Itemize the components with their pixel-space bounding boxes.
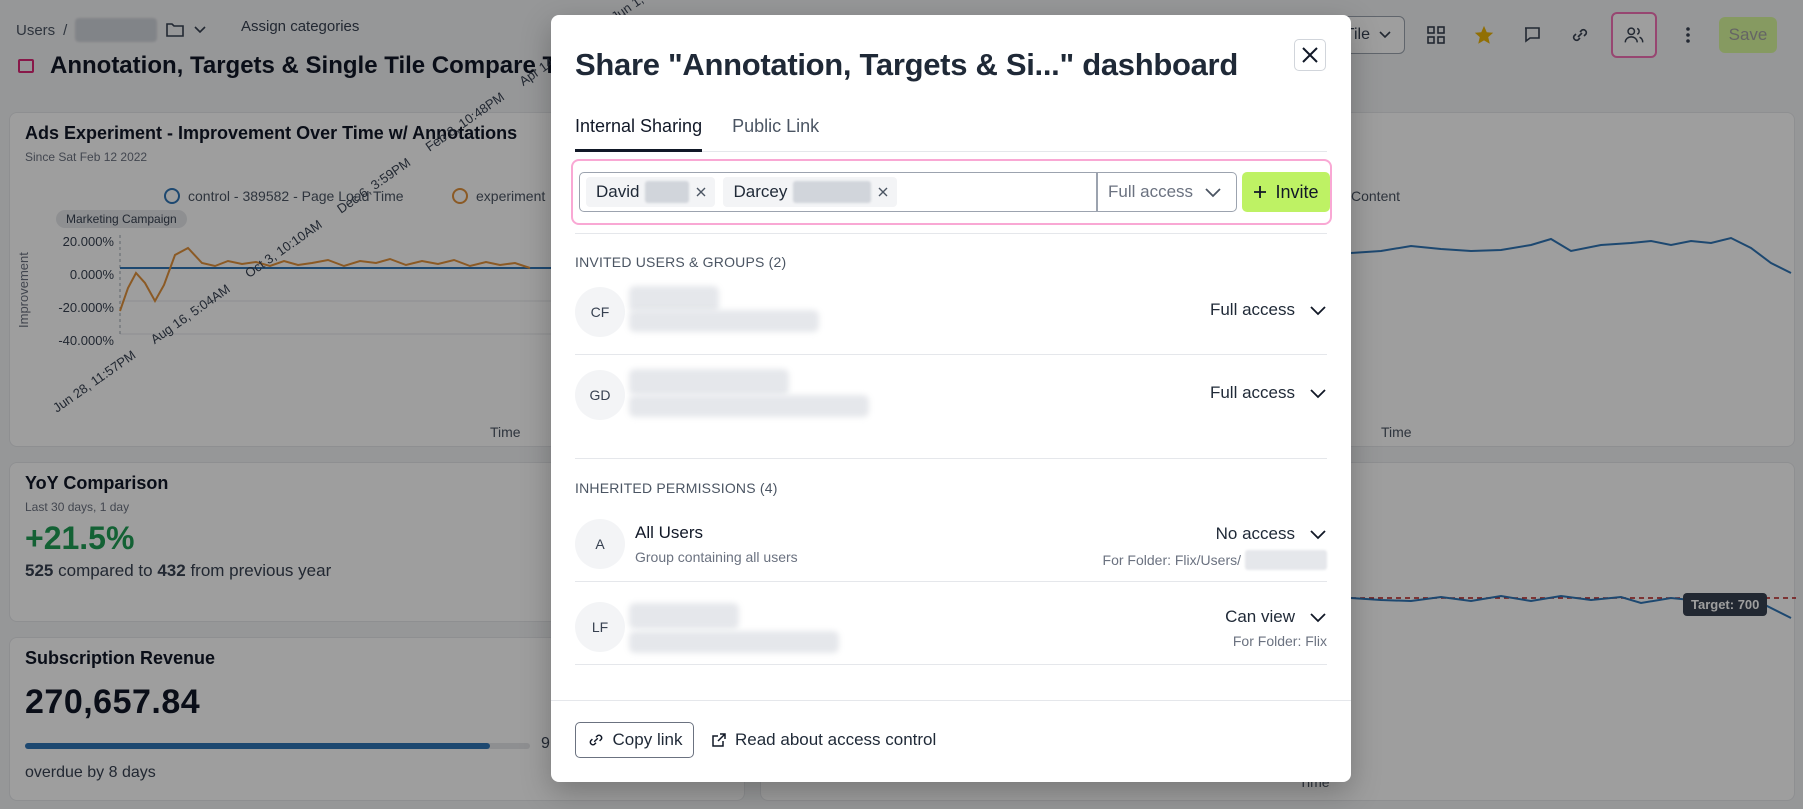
permission-source-text: For Folder: Flix [1232, 633, 1327, 649]
chevron-down-icon [1310, 306, 1326, 316]
avatar: A [575, 519, 625, 569]
chip-name: David [596, 182, 640, 201]
permission-source-text: For Folder: Flix/Users/ [1102, 552, 1241, 568]
close-button[interactable] [1294, 39, 1326, 71]
plus-icon [1254, 186, 1267, 198]
external-link-icon [712, 733, 726, 747]
permission-value: Full access [1209, 300, 1295, 319]
group-name: All Users [635, 523, 704, 542]
chevron-down-icon [1310, 613, 1326, 623]
permission-source: For Folder: Flix [1233, 633, 1327, 649]
permission-value: No access [1215, 524, 1295, 543]
redacted-name [629, 286, 719, 312]
read-about-access-link[interactable]: Read about access control [711, 730, 936, 750]
inherited-permission-row: A All Users Group containing all users N… [575, 514, 1327, 584]
permission-value: Full access [1209, 383, 1295, 402]
redacted-email [629, 395, 869, 417]
permission-select[interactable]: No access [1216, 524, 1327, 544]
inherited-permission-row: LF Can view For Folder: Flix [575, 597, 1327, 667]
chevron-down-icon [1205, 188, 1221, 198]
group-description: Group containing all users [635, 549, 798, 565]
invite-panel: David Darcey Full access Invite [571, 159, 1332, 225]
redacted-path [1245, 550, 1327, 570]
invite-users-input[interactable]: David Darcey [579, 172, 1097, 212]
avatar: LF [575, 602, 625, 652]
dialog-footer: Copy link Read about access control [551, 700, 1351, 782]
invited-user-row: GD Full access [575, 361, 1327, 431]
access-level-value: Full access [1108, 182, 1194, 201]
chip-name: Darcey [733, 182, 788, 201]
permission-source: For Folder: Flix/Users/ [1103, 550, 1327, 570]
redacted-name [629, 369, 789, 395]
remove-chip-icon[interactable] [695, 186, 707, 198]
inherited-section-label: INHERITED PERMISSIONS (4) [575, 480, 778, 496]
share-tabs: Internal Sharing Public Link [575, 116, 1327, 152]
permission-value: Can view [1225, 607, 1295, 626]
redacted-name [629, 603, 739, 629]
chevron-down-icon [1310, 389, 1326, 399]
share-dialog: Share "Annotation, Targets & Si..." dash… [551, 15, 1351, 782]
copy-link-label: Copy link [612, 730, 683, 749]
invite-button[interactable]: Invite [1242, 172, 1330, 212]
permission-select[interactable]: Full access [1210, 300, 1327, 320]
dialog-title: Share "Annotation, Targets & Si..." dash… [575, 47, 1238, 82]
divider [575, 233, 1327, 234]
invited-user-row: CF Full access [575, 278, 1327, 348]
tab-public-link[interactable]: Public Link [732, 116, 819, 152]
chip-redacted [645, 181, 690, 203]
user-chip: David [586, 177, 716, 207]
divider [575, 458, 1327, 459]
user-chip: Darcey [723, 177, 898, 207]
divider [575, 354, 1327, 355]
tab-internal-sharing[interactable]: Internal Sharing [575, 116, 703, 152]
link-icon [589, 734, 602, 746]
permission-select[interactable]: Full access [1210, 383, 1327, 403]
access-level-select[interactable]: Full access [1097, 172, 1237, 212]
redacted-email [629, 310, 819, 332]
divider [575, 664, 1327, 665]
avatar: CF [575, 287, 625, 337]
avatar: GD [575, 370, 625, 420]
permission-select[interactable]: Can view [1225, 607, 1327, 627]
redacted-email [629, 631, 839, 653]
read-about-label: Read about access control [735, 730, 937, 749]
copy-link-button[interactable]: Copy link [575, 722, 694, 758]
close-icon [1302, 47, 1318, 63]
chip-redacted [793, 181, 872, 203]
chevron-down-icon [1310, 530, 1326, 540]
invite-label: Invite [1275, 181, 1319, 202]
remove-chip-icon[interactable] [877, 186, 889, 198]
invited-section-label: INVITED USERS & GROUPS (2) [575, 254, 787, 270]
divider [575, 581, 1327, 582]
